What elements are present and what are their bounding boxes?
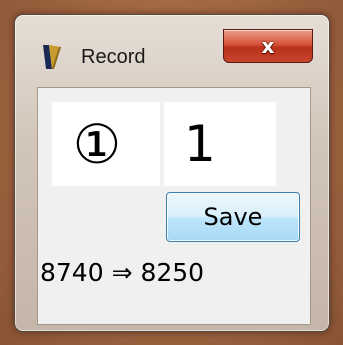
close-button[interactable]: x xyxy=(223,29,313,63)
record-window: Record x ① 1 Save 8740 ⇒ 8250 xyxy=(14,14,330,332)
close-icon: x xyxy=(261,34,275,58)
client-area: ① 1 Save 8740 ⇒ 8250 xyxy=(37,87,311,325)
app-icon xyxy=(41,43,63,71)
save-button[interactable]: Save xyxy=(166,192,300,242)
window-title: Record xyxy=(81,46,146,68)
title-bar[interactable]: Record x xyxy=(15,15,329,81)
circled-number-value: ① xyxy=(72,112,122,176)
result-label: 8740 ⇒ 8250 xyxy=(40,258,205,287)
circled-number-field[interactable]: ① xyxy=(52,102,160,186)
number-field[interactable]: 1 xyxy=(164,102,276,186)
number-value: 1 xyxy=(184,115,216,173)
